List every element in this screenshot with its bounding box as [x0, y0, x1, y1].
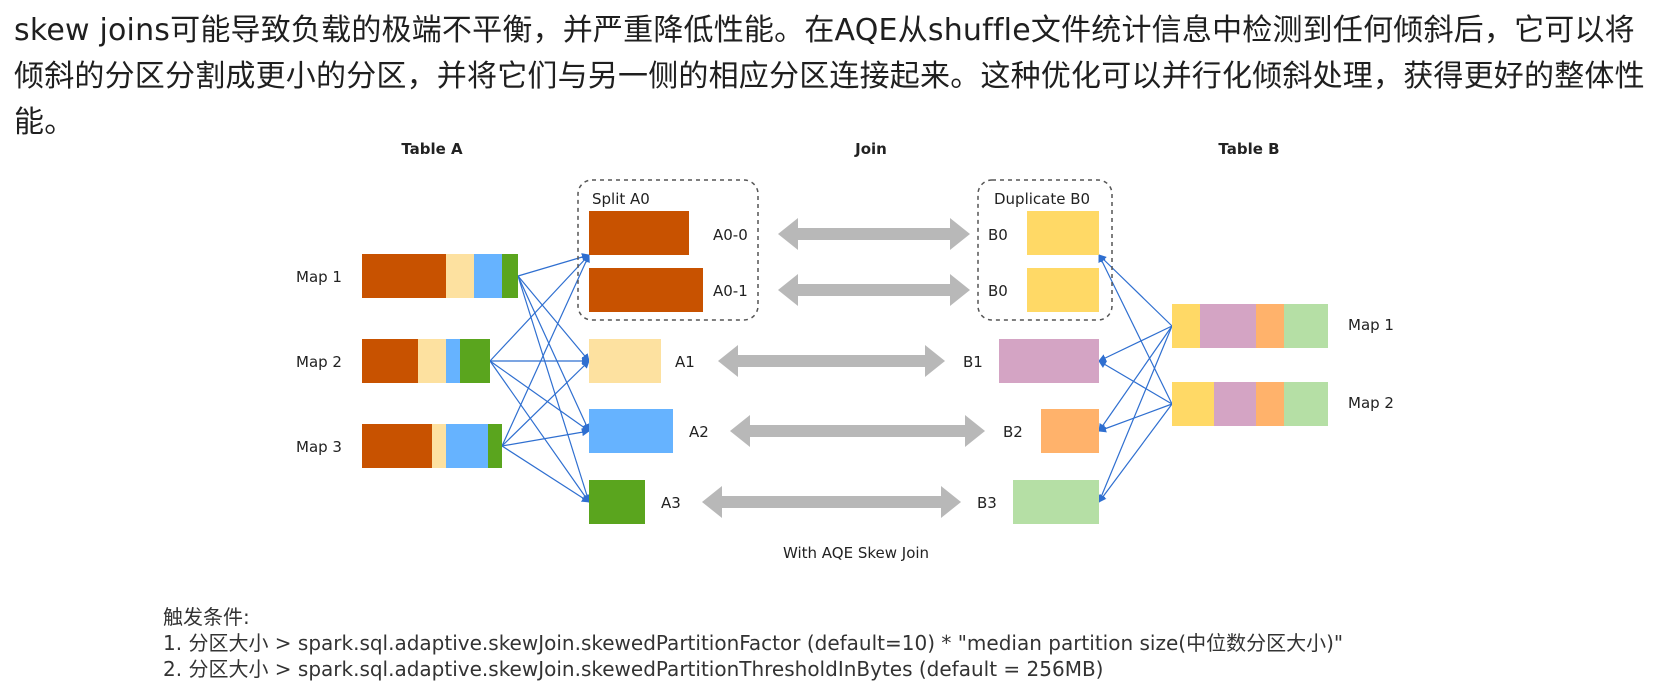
map1-seg-orange [362, 254, 446, 298]
map3-seg-blue [446, 424, 488, 468]
right-line-1-2 [1098, 403, 1173, 433]
a3-label: A3 [661, 494, 681, 512]
map3-seg-green [488, 424, 502, 468]
right-map-2-label: Map 2 [1348, 394, 1394, 412]
b0-label-2: B0 [988, 282, 1008, 300]
a0-0-label: A0-0 [713, 226, 748, 244]
rmap1-seg-pink [1200, 304, 1256, 348]
rmap2-seg-peach [1256, 382, 1284, 426]
left-line-1-2 [489, 360, 590, 432]
a1-block [589, 339, 661, 383]
map3-seg-yellow [432, 424, 446, 468]
a2-label: A2 [689, 423, 709, 441]
a0-1-block [589, 268, 703, 312]
right-shuffle-lines [1097, 254, 1173, 503]
b3-block [1013, 480, 1099, 524]
right-map-1: Map 1 [1172, 304, 1394, 348]
rmap2-seg-green [1284, 382, 1328, 426]
join-arrow-a3 [702, 486, 961, 518]
right-line-0-1 [1098, 325, 1173, 362]
a0-0-block [589, 211, 689, 255]
join-arrow-a0-0 [778, 218, 970, 250]
skew-join-diagram: Table A Join Table B Map 1 Map 2 Map 3 S… [296, 140, 1394, 562]
join-arrow-a1 [718, 345, 945, 377]
map1-seg-yellow [446, 254, 474, 298]
b2-block [1041, 409, 1099, 453]
left-map-3: Map 3 [296, 424, 502, 468]
left-map-3-label: Map 3 [296, 438, 342, 456]
b0-block-2 [1027, 268, 1099, 312]
duplicate-b0-group: Duplicate B0 B0 B0 [977, 179, 1113, 321]
left-map-2: Map 2 [296, 339, 490, 383]
table-b-header: Table B [1218, 140, 1279, 158]
rmap2-seg-yellow [1172, 382, 1214, 426]
map2-seg-yellow [418, 339, 446, 383]
map2-seg-orange [362, 339, 418, 383]
join-arrows [702, 218, 985, 518]
a2-block [589, 409, 673, 453]
map1-seg-blue [474, 254, 502, 298]
right-map-1-label: Map 1 [1348, 316, 1394, 334]
join-arrow-a0-1 [778, 274, 970, 306]
right-line-1-3 [1098, 403, 1173, 503]
rmap1-seg-yellow [1172, 304, 1200, 348]
duplicate-b0-title: Duplicate B0 [994, 190, 1090, 208]
right-line-0-3 [1097, 325, 1173, 503]
left-line-1-3 [489, 360, 590, 503]
right-map-2: Map 2 [1172, 382, 1394, 426]
b3-label: B3 [977, 494, 997, 512]
join-header: Join [854, 140, 887, 158]
split-a0-group: Split A0 A0-0 A0-1 [577, 179, 759, 321]
join-arrow-a2 [730, 415, 985, 447]
trigger-title: 触发条件: [163, 605, 250, 629]
a3-block [589, 480, 645, 524]
b0-block-1 [1027, 211, 1099, 255]
b1-label: B1 [963, 353, 983, 371]
a0-1-label: A0-1 [713, 282, 748, 300]
left-map-1: Map 1 [296, 254, 518, 298]
map2-seg-blue [446, 339, 460, 383]
right-line-1-0 [1098, 254, 1173, 405]
rmap1-seg-green [1284, 304, 1328, 348]
diagram-caption: With AQE Skew Join [783, 544, 929, 562]
b1-block [999, 339, 1099, 383]
trigger-condition-2: 2. 分区大小 > spark.sql.adaptive.skewJoin.sk… [163, 657, 1104, 681]
trigger-conditions: 触发条件: 1. 分区大小 > spark.sql.adaptive.skewJ… [163, 604, 1343, 682]
left-line-2-3 [501, 445, 590, 503]
trigger-condition-1: 1. 分区大小 > spark.sql.adaptive.skewJoin.sk… [163, 631, 1344, 655]
rmap2-seg-pink [1214, 382, 1256, 426]
map2-seg-green [460, 339, 490, 383]
left-map-1-label: Map 1 [296, 268, 342, 286]
b2-label: B2 [1003, 423, 1023, 441]
left-map-2-label: Map 2 [296, 353, 342, 371]
rmap1-seg-peach [1256, 304, 1284, 348]
b0-label-1: B0 [988, 226, 1008, 244]
map1-seg-green [502, 254, 518, 298]
a1-label: A1 [675, 353, 695, 371]
right-line-0-0 [1098, 254, 1173, 327]
split-a0-title: Split A0 [592, 190, 650, 208]
table-a-header: Table A [401, 140, 463, 158]
map3-seg-orange [362, 424, 432, 468]
